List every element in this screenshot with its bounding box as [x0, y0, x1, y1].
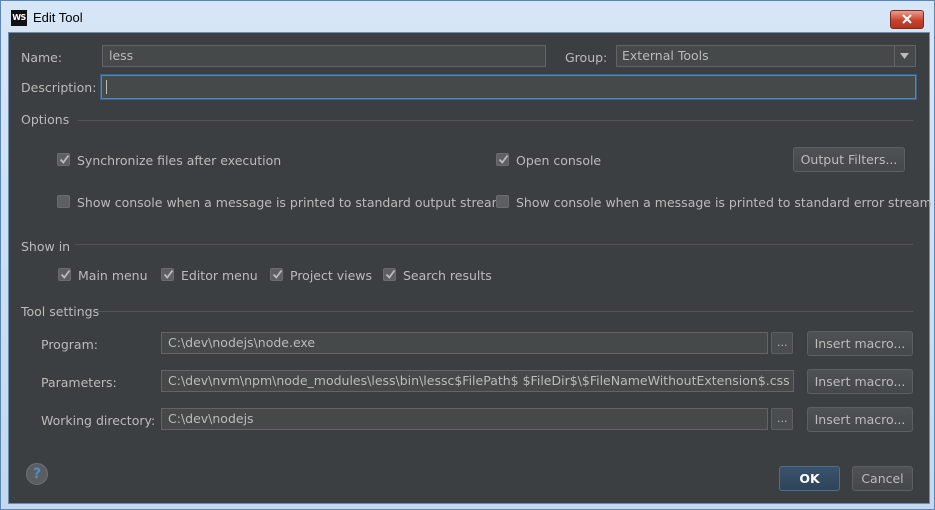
text-caret: [106, 79, 107, 94]
check-icon: [163, 269, 174, 279]
show-in-separator: [75, 244, 913, 245]
check-icon: [385, 269, 396, 279]
checkbox-box: [383, 268, 396, 281]
webstorm-app-icon: WS: [11, 10, 27, 26]
tool-settings-separator: [95, 311, 913, 312]
check-icon: [60, 269, 71, 279]
checkbox-box: [161, 268, 174, 281]
chevron-down-icon: [900, 53, 909, 59]
checkbox-box: [58, 268, 71, 281]
close-icon: [902, 14, 912, 24]
program-label: Program:: [41, 337, 98, 352]
working-directory-label: Working directory:: [41, 413, 156, 428]
sync-files-label: Synchronize files after execution: [77, 153, 282, 168]
help-icon[interactable]: ?: [26, 463, 48, 485]
working-directory-field[interactable]: C:\dev\nodejs: [161, 408, 768, 430]
browse-ellipsis: ...: [777, 336, 788, 349]
tool-settings-section-title: Tool settings: [21, 304, 100, 319]
group-select-value: External Tools: [622, 48, 709, 63]
options-section-title: Options: [21, 112, 70, 127]
editor-menu-label: Editor menu: [181, 268, 258, 283]
description-field[interactable]: [101, 75, 916, 99]
options-separator: [77, 120, 913, 121]
check-icon: [498, 154, 509, 164]
program-insert-macro-button[interactable]: Insert macro...: [807, 331, 913, 356]
dialog-body: Name: less Group: External Tools Descrip…: [8, 32, 932, 504]
name-label: Name:: [21, 50, 63, 65]
working-directory-browse-button[interactable]: ...: [771, 408, 793, 430]
working-directory-insert-macro-button[interactable]: Insert macro...: [807, 407, 913, 432]
output-filters-button[interactable]: Output Filters...: [793, 147, 905, 172]
project-views-label: Project views: [290, 268, 373, 283]
checkbox-box: [57, 195, 70, 208]
checkbox-box: [496, 195, 509, 208]
program-field[interactable]: C:\dev\nodejs\node.exe: [161, 332, 768, 354]
ok-button[interactable]: OK: [779, 466, 840, 491]
parameters-label: Parameters:: [41, 375, 117, 390]
edit-tool-window: WS Edit Tool Name: less Group: External …: [0, 0, 935, 510]
show-in-section-title: Show in: [21, 239, 71, 254]
main-menu-label: Main menu: [78, 268, 148, 283]
checkbox-box: [270, 268, 283, 281]
program-browse-button[interactable]: ...: [771, 332, 793, 354]
search-results-label: Search results: [403, 268, 492, 283]
group-select[interactable]: External Tools: [616, 45, 916, 67]
window-title: Edit Tool: [33, 10, 83, 25]
close-button[interactable]: [890, 10, 924, 29]
name-field[interactable]: less: [102, 45, 546, 67]
cancel-button[interactable]: Cancel: [852, 466, 913, 491]
parameters-field[interactable]: C:\dev\nvm\npm\node_modules\less\bin\les…: [161, 370, 794, 392]
description-label: Description:: [21, 80, 97, 95]
show-console-stderr-label: Show console when a message is printed t…: [516, 195, 932, 210]
group-label: Group:: [565, 50, 608, 65]
group-dropdown-button[interactable]: [894, 46, 915, 66]
check-icon: [272, 269, 283, 279]
browse-ellipsis: ...: [777, 412, 788, 425]
check-icon: [59, 154, 70, 164]
checkbox-box: [496, 153, 509, 166]
open-console-label: Open console: [516, 153, 602, 168]
checkbox-box: [57, 153, 70, 166]
show-console-stdout-label: Show console when a message is printed t…: [77, 195, 504, 210]
title-bar[interactable]: WS Edit Tool: [1, 1, 934, 33]
parameters-insert-macro-button[interactable]: Insert macro...: [807, 369, 913, 394]
